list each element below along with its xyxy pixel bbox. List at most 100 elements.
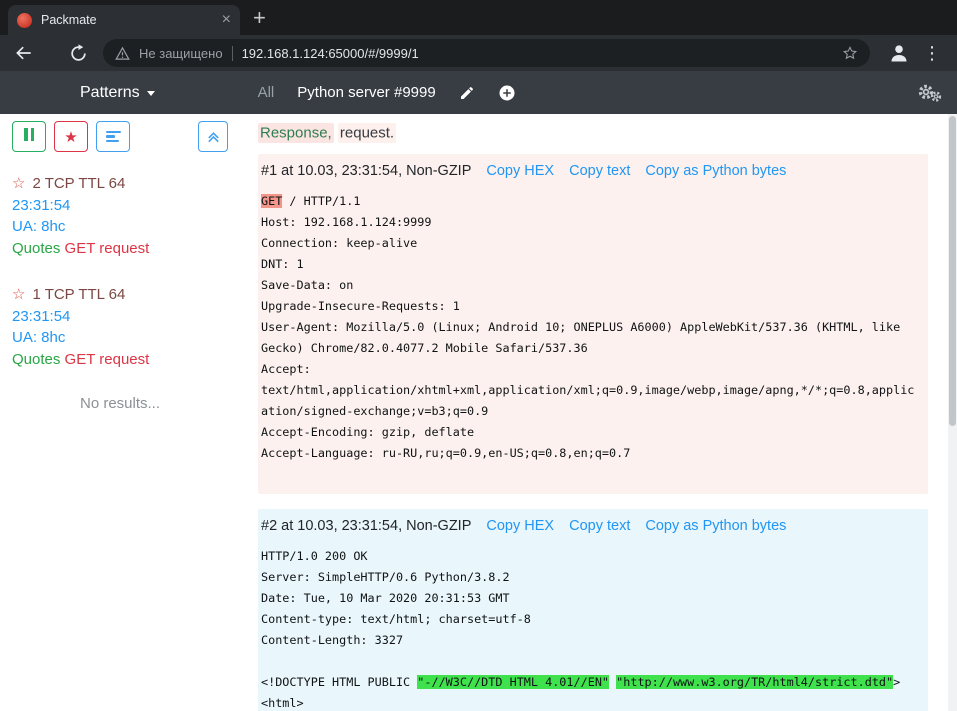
favorites-filter-button[interactable]: ★ xyxy=(54,121,88,152)
pause-icon xyxy=(23,128,36,146)
stream-item[interactable]: ☆2 TCP TTL 6423:31:54UA: 8hcQuotes GET r… xyxy=(12,173,228,259)
packet-line xyxy=(261,651,920,672)
packet-line: Content-type: text/html; charset=utf-8 xyxy=(261,609,920,630)
stream-list: ☆2 TCP TTL 6423:31:54UA: 8hcQuotes GET r… xyxy=(12,173,228,370)
packet-line: Save-Data: on xyxy=(261,275,920,296)
scrollbar-thumb[interactable] xyxy=(949,116,956,426)
packet-card: #2 at 10.03, 23:31:54, Non-GZIP Copy HEX C… xyxy=(258,509,928,711)
patterns-dropdown[interactable]: Patterns xyxy=(80,84,155,102)
settings-button[interactable] xyxy=(916,83,942,103)
packet-header: #1 at 10.03, 23:31:54, Non-GZIP Copy HEX C… xyxy=(261,163,920,179)
tab-all-patterns[interactable]: All xyxy=(258,84,275,101)
packet-action-link[interactable]: Copy HEX xyxy=(486,518,554,534)
stream-time: 23:31:54 xyxy=(12,306,228,328)
found-patterns: Response, request. xyxy=(258,124,928,141)
highlight-green: "http://www.w3.org/TR/html4/strict.dtd" xyxy=(616,675,893,689)
stream-sidebar: ★ ☆2 TCP TTL 6423:31:54UA: 8hcQuotes GET… xyxy=(0,114,238,711)
stream-title-row: ☆ 1 TCP TTL 64 xyxy=(12,284,228,306)
stream-tag: Quotes xyxy=(12,240,60,257)
pause-capture-button[interactable] xyxy=(12,121,46,152)
collapse-sidebar-button[interactable] xyxy=(198,121,228,152)
packet-line: Host: 192.168.1.124:9999 xyxy=(261,212,920,233)
packet-line: DNT: 1 xyxy=(261,254,920,275)
packet-line: Upgrade-Insecure-Requests: 1 xyxy=(261,296,920,317)
chevron-down-icon xyxy=(147,91,155,96)
packet-body: GET / HTTP/1.1Host: 192.168.1.124:9999Co… xyxy=(261,191,920,464)
security-warning-icon[interactable] xyxy=(115,46,130,61)
highlight-red: GET xyxy=(261,194,282,208)
star-icon: ★ xyxy=(64,128,77,146)
packet-line: <html> xyxy=(261,693,920,711)
stream-title: 2 TCP TTL 64 xyxy=(32,175,125,192)
packet-line: Date: Tue, 10 Mar 2020 20:31:53 GMT xyxy=(261,588,920,609)
content-scrollbar[interactable] xyxy=(948,114,957,711)
app-header: Patterns All Python server #9999 xyxy=(0,71,957,114)
browser-tab[interactable]: Packmate × xyxy=(8,5,240,35)
packmate-favicon-icon xyxy=(17,13,32,28)
tab-close-icon[interactable]: × xyxy=(222,12,231,28)
security-label: Не защищено xyxy=(139,46,223,61)
packet-line: Accept-Encoding: gzip, deflate xyxy=(261,422,920,443)
packet-line: Content-Length: 3327 xyxy=(261,630,920,651)
browser-window: Packmate × + Не защищено 192.168.1.124:6… xyxy=(0,0,957,711)
reload-button[interactable] xyxy=(65,40,91,66)
packet-line: HTTP/1.0 200 OK xyxy=(261,546,920,567)
browser-menu-icon[interactable]: ⋮ xyxy=(923,44,941,62)
packet-id-label: #2 at 10.03, 23:31:54, Non-GZIP xyxy=(261,518,471,534)
packet-line: Accept-Language: ru-RU,ru;q=0.9,en-US;q=… xyxy=(261,443,920,464)
reload-icon xyxy=(69,44,88,63)
align-left-icon xyxy=(106,128,121,145)
sidebar-toolbar: ★ xyxy=(12,121,228,152)
main-area: ★ ☆2 TCP TTL 6423:31:54UA: 8hcQuotes GET… xyxy=(0,114,957,711)
stream-ua: UA: 8hc xyxy=(12,327,228,349)
packet-action-link[interactable]: Copy text xyxy=(569,518,630,534)
profile-avatar-icon[interactable] xyxy=(887,41,911,65)
stream-tag: GET request xyxy=(65,351,150,368)
stream-tag: GET request xyxy=(65,240,150,257)
packet-header: #2 at 10.03, 23:31:54, Non-GZIP Copy HEX C… xyxy=(261,518,920,534)
stream-time: 23:31:54 xyxy=(12,195,228,217)
plus-circle-icon xyxy=(498,84,516,102)
packet-list: #1 at 10.03, 23:31:54, Non-GZIP Copy HEX C… xyxy=(258,154,928,711)
packet-id-label: #1 at 10.03, 23:31:54, Non-GZIP xyxy=(261,163,471,179)
stream-item[interactable]: ☆ 1 TCP TTL 64 23:31:54UA: 8hcQuotes GET r… xyxy=(12,284,228,370)
packet-action-link[interactable]: Copy text xyxy=(569,163,630,179)
packet-line: User-Agent: Mozilla/5.0 (Linux; Android … xyxy=(261,317,920,359)
packet-action-link[interactable]: Copy HEX xyxy=(486,163,554,179)
gears-icon xyxy=(916,83,942,103)
stream-tags: Quotes GET request xyxy=(12,349,228,371)
star-outline-icon[interactable]: ☆ xyxy=(12,286,25,303)
packet-action-link[interactable]: Copy as Python bytes xyxy=(645,163,786,179)
packet-body: HTTP/1.0 200 OKServer: SimpleHTTP/0.6 Py… xyxy=(261,546,920,711)
no-results-label: No results... xyxy=(12,395,228,412)
packet-line: Accept: text/html,application/xhtml+xml,… xyxy=(261,359,920,422)
stream-content: Response, request. #1 at 10.03, 23:31:54… xyxy=(238,114,957,711)
stream-title: 1 TCP TTL 64 xyxy=(32,286,125,303)
new-tab-button[interactable]: + xyxy=(253,7,266,29)
pattern-tabs: All Python server #9999 xyxy=(258,84,516,102)
stream-tags: Quotes GET request xyxy=(12,238,228,260)
highlight-green: "-//W3C//DTD HTML 4.01//EN" xyxy=(417,675,609,689)
packet-action-link[interactable]: Copy as Python bytes xyxy=(645,518,786,534)
browser-toolbar: Не защищено 192.168.1.124:65000/#/9999/1… xyxy=(0,35,957,71)
add-pattern-button[interactable] xyxy=(498,84,516,102)
back-arrow-icon xyxy=(14,43,34,63)
tab-title: Packmate xyxy=(41,13,222,27)
browser-tab-strip: Packmate × + xyxy=(0,0,957,35)
stream-list-button[interactable] xyxy=(96,121,130,152)
patterns-dropdown-label: Patterns xyxy=(80,84,140,102)
back-button[interactable] xyxy=(11,40,37,66)
pattern-chip: request. xyxy=(338,123,396,143)
tab-python-server[interactable]: Python server #9999 xyxy=(297,84,435,101)
edit-pattern-button[interactable] xyxy=(459,85,475,101)
url-text[interactable]: 192.168.1.124:65000/#/9999/1 xyxy=(242,46,419,61)
pattern-chip: Response, xyxy=(258,123,334,143)
bookmark-star-icon[interactable] xyxy=(842,45,858,61)
address-bar[interactable]: Не защищено 192.168.1.124:65000/#/9999/1 xyxy=(103,39,870,67)
omnibox-divider xyxy=(232,46,233,61)
pencil-icon xyxy=(459,85,475,101)
packet-line: <!DOCTYPE HTML PUBLIC "-//W3C//DTD HTML … xyxy=(261,672,920,693)
star-outline-icon[interactable]: ☆ xyxy=(12,175,25,192)
packet-line: Server: SimpleHTTP/0.6 Python/3.8.2 xyxy=(261,567,920,588)
packet-line: GET / HTTP/1.1 xyxy=(261,191,920,212)
